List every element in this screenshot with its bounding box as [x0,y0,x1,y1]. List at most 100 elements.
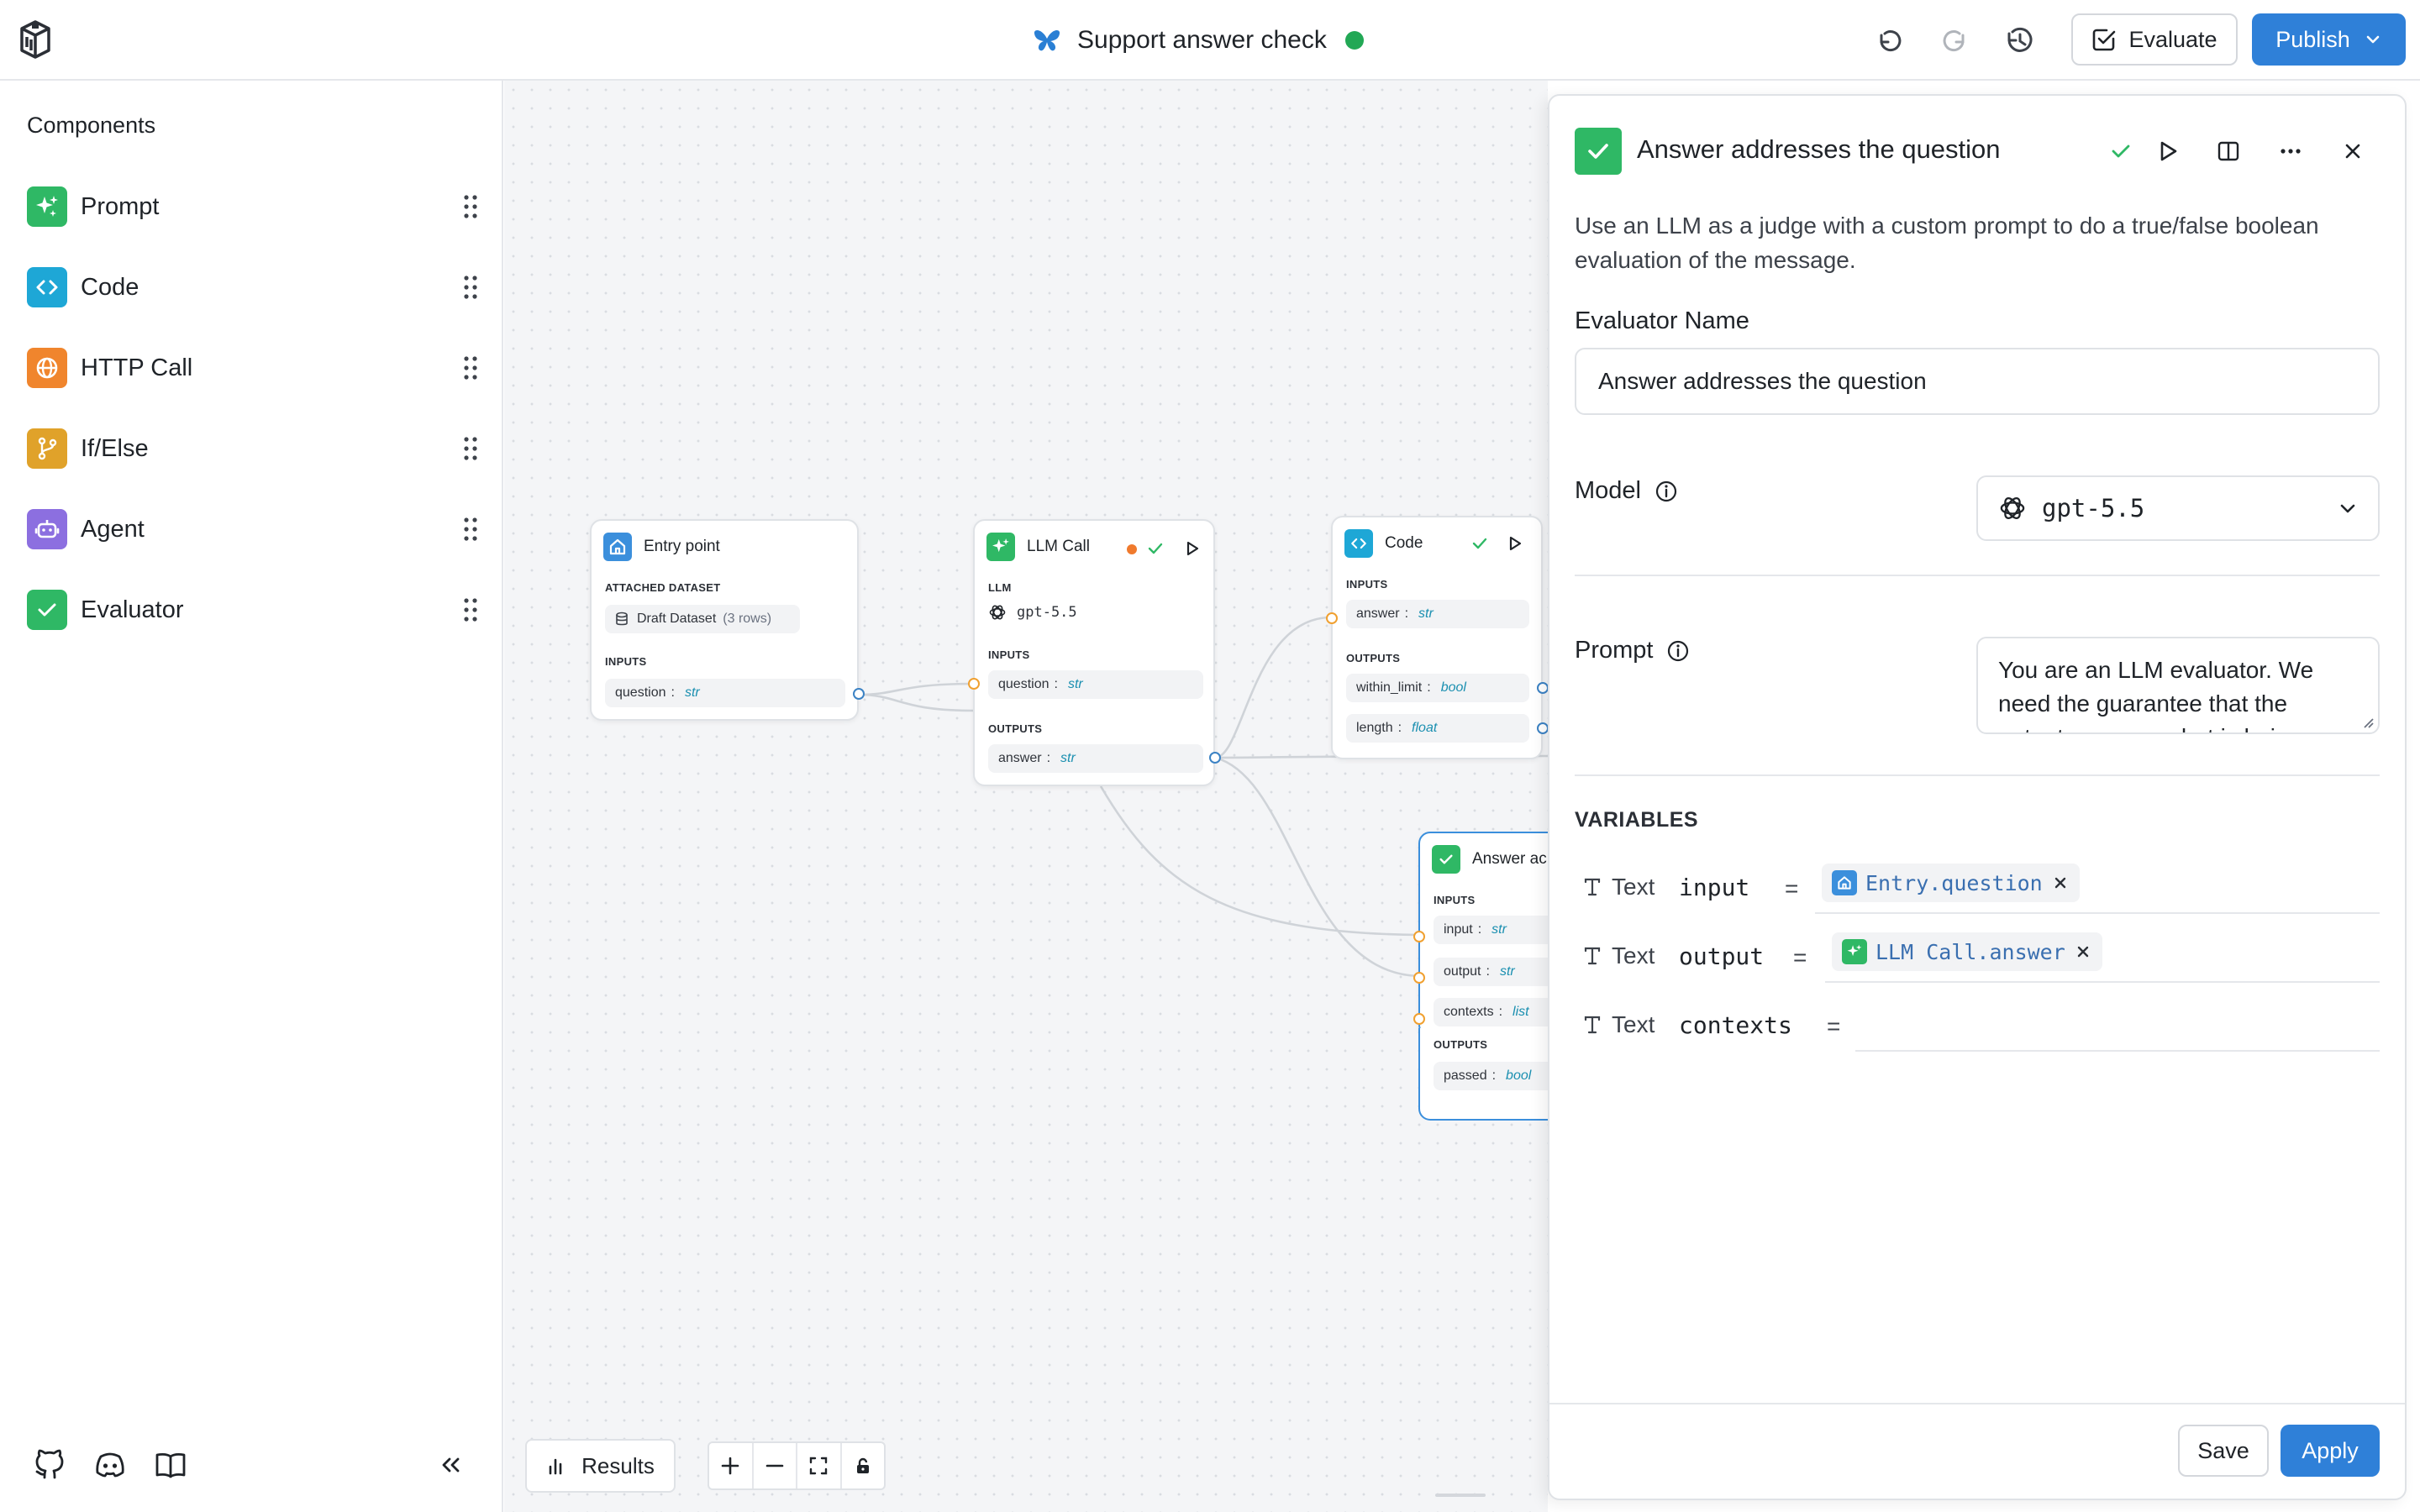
variables-title: VARIABLES [1575,808,1699,832]
prompt-row-label: Prompt [1575,637,1690,664]
panel-footer-divider [1549,1403,2405,1404]
component-label: Agent [81,515,145,543]
code-node[interactable]: Code INPUTS answer: str OUTPUTS within_li… [1326,516,1548,759]
drag-handle-icon[interactable] [460,516,481,543]
input-handle[interactable] [1413,931,1425,942]
output-handle[interactable] [853,688,865,700]
check-icon [1470,534,1489,553]
model-select[interactable]: gpt-5.5 [1976,475,2380,541]
save-button[interactable]: Save [2178,1425,2269,1477]
component-label: Evaluator [81,596,184,623]
input-handle[interactable] [968,678,980,690]
variable-value-slot[interactable] [1855,996,2380,1052]
chevron-down-icon [2336,497,2360,521]
drag-handle-icon[interactable] [460,193,481,220]
equals-sign: = [1793,944,1807,970]
docs-book-icon[interactable] [153,1447,188,1483]
play-icon[interactable] [2151,134,2185,168]
evaluator-name-input[interactable] [1575,348,2380,415]
fit-view-icon[interactable] [797,1443,842,1488]
input-handle[interactable] [1413,1013,1425,1025]
component-code[interactable]: Code [27,265,481,309]
variable-type: Text [1581,942,1655,969]
field-name: output [1444,964,1481,979]
component-agent[interactable]: Agent [27,507,481,551]
section-label: OUTPUTS [1434,1038,1488,1051]
section-label: INPUTS [605,655,647,668]
close-icon[interactable] [2336,134,2370,168]
app-logo[interactable] [17,18,54,60]
output-handle[interactable] [1209,752,1221,764]
component-prompt[interactable]: Prompt [27,185,481,228]
prompt-textarea[interactable]: You are an LLM evaluator. We need the gu… [1976,637,2380,734]
variable-mapping-chip[interactable]: Entry.question [1822,864,2080,902]
zoom-out-icon[interactable] [754,1443,797,1488]
model-label: Model [1575,477,1641,504]
variable-value-slot[interactable]: Entry.question [1815,858,2380,914]
run-node-icon[interactable] [1506,534,1524,553]
input-field-question: question: str [605,679,845,707]
resize-handle-icon[interactable] [2361,716,2375,729]
input-field-question: question: str [988,670,1203,699]
output-handle[interactable] [1537,722,1548,734]
entry-point-node[interactable]: Entry point ATTACHED DATASET Draft Datas… [590,519,865,721]
database-icon [615,612,629,627]
collapse-sidebar-icon[interactable] [435,1447,466,1483]
drag-handle-icon[interactable] [460,435,481,462]
variable-type-label: Text [1612,1011,1655,1037]
output-field-passed: passed: bool [1434,1062,1548,1090]
divider [1575,774,2380,776]
discord-icon[interactable] [92,1447,128,1483]
info-icon[interactable] [1666,639,1690,663]
panel-title[interactable]: Answer addresses the question [1637,134,2001,165]
input-handle[interactable] [1326,612,1338,624]
field-type: bool [1506,1068,1532,1083]
component-label: If/Else [81,434,149,462]
results-button[interactable]: Results [525,1439,676,1493]
field-type: bool [1440,680,1466,695]
publish-button[interactable]: Publish [2252,13,2406,66]
field-name: contexts [1444,1005,1494,1019]
info-icon[interactable] [1655,480,1678,503]
input-handle[interactable] [1413,972,1425,984]
more-options-icon[interactable] [2274,134,2307,168]
variable-value-slot[interactable]: LLM Call.answer [1825,927,2380,983]
undo-icon[interactable] [1873,24,1907,57]
llm-call-node[interactable]: LLM Call LLM gpt-5.5 INPUTS question: str… [968,519,1221,786]
github-icon[interactable] [32,1447,67,1483]
workflow-canvas[interactable]: Entry point ATTACHED DATASET Draft Datas… [504,81,1548,1512]
component-if-else[interactable]: If/Else [27,427,481,470]
input-field-output: output: str [1434,958,1548,986]
evaluate-button[interactable]: Evaluate [2071,13,2238,66]
variable-mapping-chip[interactable]: LLM Call.answer [1832,932,2102,971]
canvas-scroll-indicator[interactable] [1435,1494,1486,1497]
openai-icon [1998,494,2027,522]
divider [1575,575,2380,576]
history-icon[interactable] [2002,24,2036,57]
zoom-in-icon[interactable] [709,1443,754,1488]
remove-icon[interactable] [2051,874,2070,892]
apply-button[interactable]: Apply [2281,1425,2380,1477]
field-type: str [684,685,700,700]
output-handle[interactable] [1537,682,1548,694]
run-node-icon[interactable] [1183,539,1202,558]
dataset-chip[interactable]: Draft Dataset (3 rows) [605,605,800,633]
drag-handle-icon[interactable] [460,354,481,381]
remove-icon[interactable] [2074,942,2092,961]
drag-handle-icon[interactable] [460,596,481,623]
publish-label: Publish [2275,26,2350,52]
redo-icon[interactable] [1938,24,1971,57]
globe-icon [27,348,67,388]
lock-icon[interactable] [842,1443,885,1488]
component-http-call[interactable]: HTTP Call [27,346,481,390]
evaluator-node[interactable]: Answer ac INPUTS input: str output: str co… [1413,832,1548,1037]
node-header: Answer ac [1432,845,1547,874]
workflow-title[interactable]: Support answer check [1077,26,1327,55]
split-view-icon[interactable] [2212,134,2245,168]
chevron-down-icon [2364,30,2382,49]
field-type: str [1418,606,1434,621]
workflow-title-area: Support answer check [1032,22,1364,59]
drag-handle-icon[interactable] [460,274,481,301]
zoom-controls [708,1441,886,1490]
component-evaluator[interactable]: Evaluator [27,588,481,632]
